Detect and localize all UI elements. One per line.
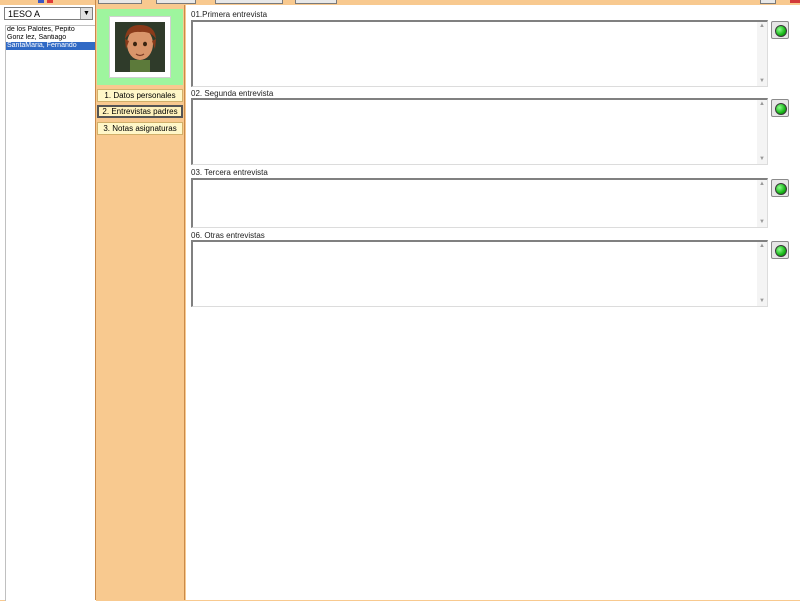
scroll-down-icon[interactable]: ▼ xyxy=(757,297,767,306)
chevron-down-icon[interactable]: ▼ xyxy=(80,8,92,19)
avatar xyxy=(109,16,171,78)
divider xyxy=(95,0,96,600)
green-led-icon xyxy=(775,245,787,257)
interviews-panel: 01.Primera entrevista ▲ ▼ 02. Segunda en… xyxy=(186,5,800,600)
green-led-icon xyxy=(775,103,787,115)
toolbar-button-3[interactable] xyxy=(215,0,283,4)
group-select[interactable]: 1ESO A ▼ xyxy=(4,7,93,20)
divider xyxy=(184,5,185,600)
student-panel: 1ESO A ▼ de los Palotes, Pepito Gonz lez… xyxy=(0,5,96,601)
interview-2-textarea[interactable]: ▲ ▼ xyxy=(191,98,768,165)
scrollbar[interactable]: ▲ ▼ xyxy=(757,22,767,86)
toolbar-button-2[interactable] xyxy=(156,0,196,4)
scroll-down-icon[interactable]: ▼ xyxy=(757,218,767,227)
list-item[interactable]: Gonz lez, Santiago xyxy=(6,34,96,42)
tab-notas-asignaturas[interactable]: 3. Notas asignaturas xyxy=(97,122,183,135)
status-button[interactable] xyxy=(771,179,789,197)
status-button[interactable] xyxy=(771,21,789,39)
list-item-selected[interactable]: SantaMaria, Fernando xyxy=(6,42,96,50)
scrollbar[interactable]: ▲ ▼ xyxy=(757,180,767,227)
flag-icon[interactable] xyxy=(47,0,53,3)
status-button[interactable] xyxy=(771,241,789,259)
field-label: 01.Primera entrevista xyxy=(191,10,268,19)
student-list[interactable]: de los Palotes, Pepito Gonz lez, Santiag… xyxy=(5,25,96,601)
scrollbar[interactable]: ▲ ▼ xyxy=(757,100,767,164)
green-led-icon xyxy=(775,25,787,37)
field-label: 06. Otras entrevistas xyxy=(191,231,265,240)
flag-icon[interactable] xyxy=(38,0,44,3)
scroll-up-icon[interactable]: ▲ xyxy=(757,22,767,31)
tab-entrevistas-padres[interactable]: 2. Entrevistas padres xyxy=(97,105,183,118)
tab-datos-personales[interactable]: 1. Datos personales xyxy=(97,89,183,102)
toolbar-button-4[interactable] xyxy=(295,0,337,4)
interview-1-textarea[interactable]: ▲ ▼ xyxy=(191,20,768,87)
scrollbar[interactable]: ▲ ▼ xyxy=(757,242,767,306)
scroll-up-icon[interactable]: ▲ xyxy=(757,242,767,251)
scroll-down-icon[interactable]: ▼ xyxy=(757,155,767,164)
photo-frame xyxy=(97,9,183,85)
interview-other-textarea[interactable]: ▲ ▼ xyxy=(191,240,768,307)
scroll-down-icon[interactable]: ▼ xyxy=(757,77,767,86)
field-label: 03. Tercera entrevista xyxy=(191,168,268,177)
avatar-icon xyxy=(115,22,165,72)
close-window-icon[interactable] xyxy=(790,0,800,3)
list-item[interactable]: de los Palotes, Pepito xyxy=(6,26,96,34)
field-label: 02. Segunda entrevista xyxy=(191,89,274,98)
status-button[interactable] xyxy=(771,99,789,117)
group-select-value: 1ESO A xyxy=(8,9,41,19)
scroll-up-icon[interactable]: ▲ xyxy=(757,180,767,189)
toolbar-button-5[interactable] xyxy=(760,0,776,4)
green-led-icon xyxy=(775,183,787,195)
scroll-up-icon[interactable]: ▲ xyxy=(757,100,767,109)
toolbar-button-1[interactable] xyxy=(98,0,142,4)
interview-3-textarea[interactable]: ▲ ▼ xyxy=(191,178,768,228)
